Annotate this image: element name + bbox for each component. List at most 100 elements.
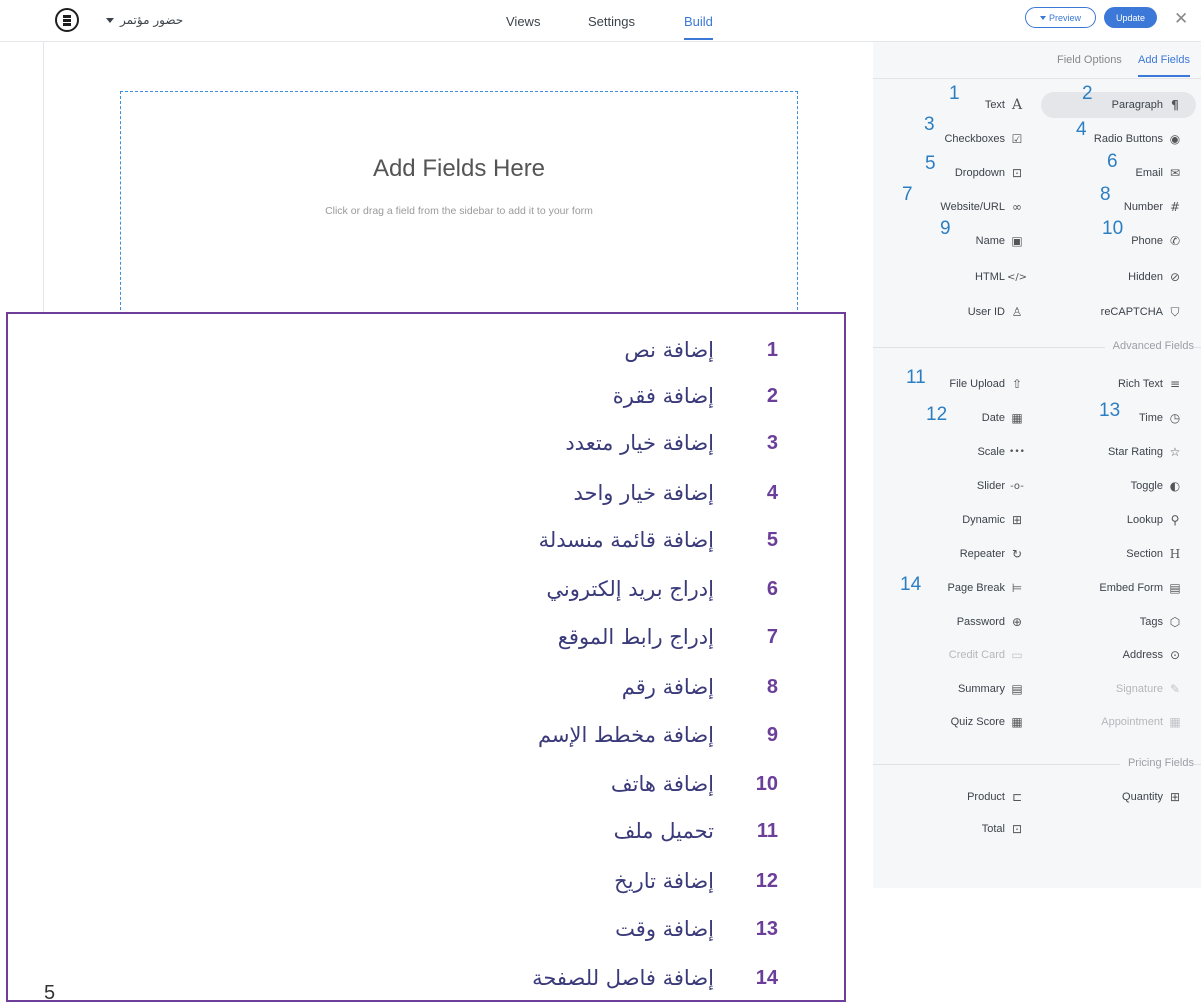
tag-icon: ⬡	[1169, 615, 1181, 629]
field-credit-card: Credit Card ▭	[948, 648, 1023, 662]
annotation-number: 1	[949, 83, 960, 104]
update-button[interactable]: Update	[1104, 7, 1157, 28]
field-product[interactable]: Product ⊏	[873, 786, 1024, 808]
annotation-number: 8	[1100, 184, 1111, 205]
annotation-number: 6	[1107, 151, 1118, 172]
field-rich-text[interactable]: Rich Text ≡	[1041, 373, 1182, 395]
arabic-legend-box: إضافة نص 1 إضافة فقرة 2 إضافة خيار متعدد 3 …	[6, 312, 846, 1002]
text-icon: A	[1011, 97, 1023, 113]
search-icon: ⚲	[1170, 513, 1180, 527]
field-html[interactable]: HTML </>	[873, 266, 1028, 288]
field-lookup[interactable]: Lookup ⚲	[1041, 509, 1182, 531]
field-recaptcha[interactable]: reCAPTCHA ⛉	[1041, 301, 1182, 323]
app-root: حضور مؤتمر Views Settings Build Preview …	[0, 0, 1201, 1003]
eye-off-icon: ⊘	[1169, 270, 1181, 284]
radio-icon: ◉	[1169, 132, 1181, 146]
code-icon: </>	[1006, 271, 1028, 283]
slider-icon: -o-	[1010, 480, 1024, 492]
hash-icon: #	[1169, 200, 1181, 214]
field-hidden[interactable]: Hidden ⊘	[1041, 266, 1182, 288]
legend-row: إضافة خيار واحد 4	[573, 481, 778, 505]
tab-field-options[interactable]: Field Options	[1057, 54, 1122, 66]
field-scale[interactable]: Scale •••	[873, 441, 1025, 463]
form-title-dropdown[interactable]: حضور مؤتمر	[106, 13, 183, 27]
annotation-number: 9	[940, 218, 951, 239]
formidable-logo-icon[interactable]	[55, 8, 79, 32]
map-pin-icon: ⊙	[1169, 648, 1181, 662]
tab-settings[interactable]: Settings	[588, 14, 635, 29]
link-icon: ∞	[1012, 200, 1022, 214]
tab-views[interactable]: Views	[506, 14, 540, 29]
annotation-number: 13	[1099, 400, 1121, 421]
calendar-icon: ▦	[1169, 715, 1181, 729]
legend-row: إضافة قائمة منسدلة 5	[538, 528, 778, 552]
cart-icon: ⊏	[1011, 790, 1023, 804]
field-star-rating[interactable]: Star Rating ☆	[1041, 441, 1182, 463]
annotation-number: 7	[902, 184, 913, 205]
field-user-id[interactable]: User ID ♙	[873, 301, 1024, 323]
field-slider[interactable]: Slider -o-	[873, 475, 1024, 497]
form-title: حضور مؤتمر	[120, 13, 184, 27]
plus-box-icon: ⊞	[1169, 790, 1181, 804]
page-break-icon: ⊨	[1011, 581, 1023, 595]
field-password[interactable]: Password ⊕	[873, 611, 1024, 633]
legend-row: إضافة رقم 8	[621, 675, 778, 699]
pen-icon: ✎	[1169, 682, 1181, 696]
close-icon[interactable]: ✕	[1174, 9, 1188, 29]
dropdown-icon: ⊡	[1011, 166, 1023, 180]
field-toggle[interactable]: Toggle ◐	[1041, 475, 1182, 497]
toggle-icon: ◐	[1169, 479, 1181, 493]
rich-text-icon: ≡	[1169, 377, 1181, 391]
legend-row: إدراج بريد إلكتروني 6	[546, 577, 778, 601]
phone-icon: ✆	[1169, 234, 1181, 248]
hierarchy-icon: ⊞	[1011, 513, 1023, 527]
legend-row: إدراج رابط الموقع 7	[557, 625, 778, 649]
repeat-icon: ↻	[1011, 547, 1023, 561]
field-section[interactable]: Section H	[1041, 543, 1182, 565]
legend-row: تحميل ملف 11	[613, 819, 778, 843]
sidebar: Field Options Add Fields Text A Paragraph…	[873, 42, 1201, 888]
field-embed-form[interactable]: Embed Form ▤	[1041, 577, 1182, 599]
clock-icon: ◷	[1169, 411, 1181, 425]
top-bar: حضور مؤتمر Views Settings Build Preview …	[0, 0, 1201, 42]
field-number[interactable]: Number #	[1041, 196, 1182, 218]
advanced-fields-heading: Advanced Fields	[1104, 340, 1194, 352]
field-summary[interactable]: Summary ▤	[873, 678, 1024, 700]
total-icon: ⊡	[1011, 822, 1023, 836]
field-radio-buttons[interactable]: Radio Buttons ◉	[1041, 128, 1182, 150]
field-tags[interactable]: Tags ⬡	[1041, 611, 1182, 633]
field-quantity[interactable]: Quantity ⊞	[1041, 786, 1182, 808]
chevron-down-icon	[106, 18, 114, 23]
star-icon: ☆	[1169, 445, 1181, 459]
field-appointment: Appointment ▦	[1101, 715, 1181, 729]
legend-row: إضافة وقت 13	[615, 917, 778, 941]
field-dropdown[interactable]: Dropdown ⊡	[873, 162, 1024, 184]
field-repeater[interactable]: Repeater ↻	[873, 543, 1024, 565]
user-icon: ♙	[1011, 305, 1023, 319]
field-address[interactable]: Address ⊙	[1041, 644, 1182, 666]
paragraph-icon: ¶	[1171, 98, 1179, 112]
field-drop-zone[interactable]	[120, 91, 798, 315]
field-date[interactable]: Date ▦	[873, 407, 1024, 429]
field-checkboxes[interactable]: Checkboxes ☑	[873, 128, 1024, 150]
legend-row: إضافة تاريخ 12	[614, 869, 778, 893]
field-page-break[interactable]: Page Break ⊨	[873, 577, 1024, 599]
field-quiz-score[interactable]: Quiz Score ▦	[873, 711, 1024, 733]
field-dynamic[interactable]: Dynamic ⊞	[873, 509, 1024, 531]
annotation-number: 11	[906, 367, 926, 388]
field-total[interactable]: Total ⊡	[873, 818, 1024, 840]
field-website-url[interactable]: Website/URL ∞	[873, 196, 1024, 218]
legend-row: إضافة هاتف 10	[610, 772, 778, 796]
tab-add-fields[interactable]: Add Fields	[1138, 54, 1190, 77]
field-file-upload[interactable]: File Upload ⇧	[873, 373, 1024, 395]
preview-button[interactable]: Preview	[1025, 7, 1096, 28]
stray-page-number: 5	[44, 982, 56, 1003]
field-signature: Signature ✎	[1115, 682, 1181, 696]
upload-icon: ⇧	[1011, 377, 1023, 391]
field-paragraph[interactable]: Paragraph ¶	[1041, 92, 1196, 118]
lock-icon: ⊕	[1011, 615, 1023, 629]
shield-check-icon: ⛉	[1170, 304, 1180, 319]
heading-icon: H	[1169, 547, 1181, 561]
calculator-icon: ▦	[1011, 715, 1023, 729]
tab-build[interactable]: Build	[684, 14, 713, 40]
